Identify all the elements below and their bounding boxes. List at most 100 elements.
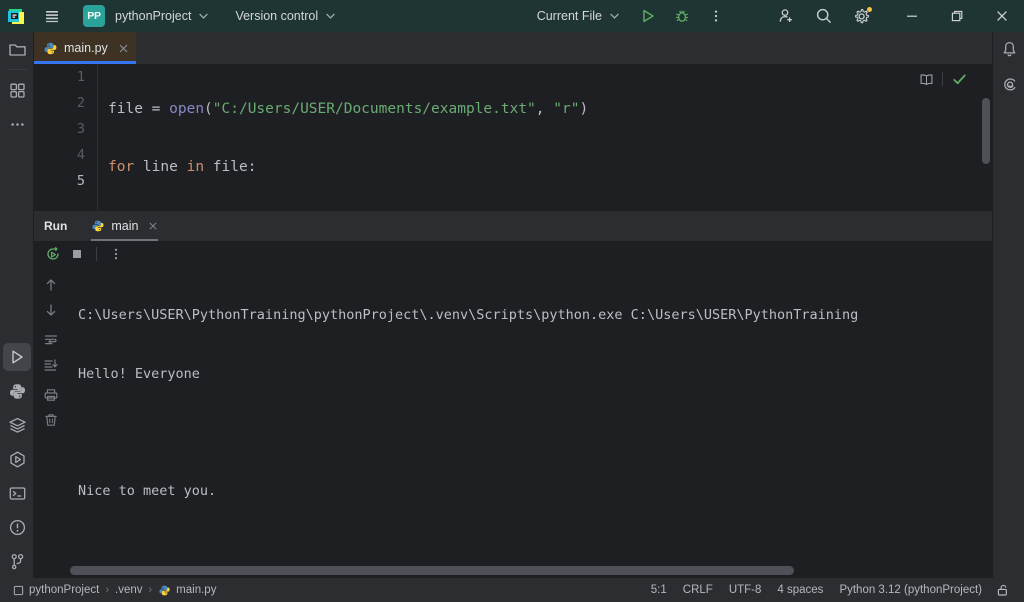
right-tool-strip: [992, 32, 1024, 578]
code-line: for line in file:: [108, 159, 257, 175]
breadcrumb-separator: ›: [105, 584, 109, 596]
line-number: 5: [76, 173, 85, 189]
status-bar: pythonProject › .venv › main.py 5:1 CRLF…: [0, 578, 1024, 602]
breadcrumb-label: pythonProject: [29, 584, 100, 596]
editor-area: main.py 1 2 3 4 5 file = open("C:/Users/…: [34, 32, 992, 210]
debug-bug-icon[interactable]: [669, 3, 695, 29]
run-tab-main[interactable]: main: [87, 211, 162, 241]
indent-setting[interactable]: 4 spaces: [769, 580, 831, 600]
sidebar-item-run[interactable]: [3, 343, 31, 371]
line-number: 3: [76, 121, 85, 137]
sidebar-item-commit[interactable]: [0, 73, 34, 107]
title-bar: PP pythonProject Version control Current…: [0, 0, 1024, 32]
maximize-restore-icon[interactable]: [934, 0, 979, 32]
console-line: Nice to meet you.: [78, 482, 217, 499]
settings-update-badge: [867, 7, 872, 12]
breadcrumb-label: main.py: [176, 584, 217, 596]
console-horizontal-scrollbar[interactable]: [70, 566, 794, 575]
project-widget[interactable]: PP pythonProject: [77, 4, 214, 28]
close-icon[interactable]: [118, 43, 129, 54]
sidebar-item-problems[interactable]: [0, 510, 34, 544]
project-badge: PP: [83, 5, 105, 27]
sidebar-item-python-console[interactable]: [0, 374, 34, 408]
editor-gutter: 1 2 3 4 5: [34, 64, 98, 210]
scroll-to-end-button[interactable]: [34, 352, 68, 377]
python-file-icon: [43, 41, 58, 56]
python-file-icon: [158, 584, 171, 597]
editor-top-icons: [915, 69, 970, 89]
chevron-down-icon: [199, 13, 209, 19]
editor-icons-divider: [942, 72, 943, 86]
code-line: file = open("C:/Users/USER/Documents/exa…: [108, 101, 589, 117]
soft-wrap-toggle-button[interactable]: [34, 327, 68, 352]
line-number: 1: [76, 69, 85, 85]
unlocked-padlock-icon[interactable]: [990, 580, 1016, 600]
version-control-label: Version control: [235, 9, 319, 23]
sidebar-item-more-tool-windows[interactable]: [0, 107, 34, 141]
sidebar-item-run-anything[interactable]: [0, 442, 34, 476]
editor-body: 1 2 3 4 5 file = open("C:/Users/USER/Doc…: [34, 64, 992, 210]
toolbar-divider: [96, 247, 97, 261]
settings-gear-icon[interactable]: [849, 3, 875, 29]
ai-assistant-spiral-icon[interactable]: [993, 66, 1024, 100]
version-control-widget[interactable]: Version control: [226, 4, 341, 28]
next-occurrence-button[interactable]: [34, 297, 68, 322]
search-icon[interactable]: [811, 3, 837, 29]
console-line: C:\Users\USER\PythonTraining\pythonProje…: [78, 307, 859, 323]
python-interpreter[interactable]: Python 3.12 (pythonProject): [831, 580, 990, 600]
strip-divider: [7, 69, 27, 70]
breadcrumb-venv[interactable]: .venv: [111, 580, 147, 600]
run-window-toolbar: [34, 241, 992, 267]
chevron-down-icon: [326, 13, 335, 19]
sidebar-item-services[interactable]: [0, 408, 34, 442]
close-icon[interactable]: [148, 221, 158, 231]
run-console-output[interactable]: C:\Users\USER\PythonTraining\pythonProje…: [68, 267, 992, 561]
breadcrumb-separator: ›: [148, 584, 153, 596]
project-square-icon: [13, 585, 24, 596]
breadcrumb-file[interactable]: main.py: [154, 580, 220, 600]
reader-mode-book-icon[interactable]: [915, 69, 937, 89]
inspections-ok-check-icon[interactable]: [948, 69, 970, 89]
more-vertical-icon[interactable]: [703, 3, 729, 29]
run-tab-label: main: [111, 219, 139, 233]
editor-tab-main-py[interactable]: main.py: [34, 32, 136, 64]
run-window-body: C:\Users\USER\PythonTraining\pythonProje…: [34, 267, 992, 579]
previous-occurrence-button[interactable]: [34, 272, 68, 297]
run-console-gutter: [34, 267, 68, 579]
chevron-down-icon: [610, 13, 619, 19]
clear-all-button[interactable]: [34, 407, 68, 432]
breadcrumb-label: .venv: [115, 584, 143, 596]
print-button[interactable]: [34, 382, 68, 407]
run-window-header: Run main: [34, 211, 992, 241]
run-configuration-selector[interactable]: Current File: [528, 4, 625, 28]
file-encoding[interactable]: UTF-8: [721, 580, 770, 600]
stop-button[interactable]: [66, 243, 88, 265]
caret-position[interactable]: 5:1: [643, 580, 675, 600]
editor-tab-label: main.py: [64, 41, 108, 55]
minimize-icon[interactable]: [889, 0, 934, 32]
pycharm-logo-icon: [7, 6, 27, 26]
line-separator[interactable]: CRLF: [675, 580, 721, 600]
code-editor[interactable]: file = open("C:/Users/USER/Documents/exa…: [98, 64, 992, 210]
sidebar-item-version-control[interactable]: [0, 544, 34, 578]
console-line: Hello! Everyone: [78, 365, 200, 382]
project-name: pythonProject: [115, 9, 192, 23]
hamburger-menu-icon[interactable]: [39, 3, 65, 29]
notifications-bell-icon[interactable]: [993, 32, 1024, 66]
sidebar-item-terminal[interactable]: [0, 476, 34, 510]
run-tool-window: Run main C:\Users\USER\PythonTraining\py…: [34, 210, 992, 579]
python-icon: [91, 219, 105, 233]
editor-tab-strip: main.py: [34, 32, 992, 64]
breadcrumb-project[interactable]: pythonProject: [9, 580, 103, 600]
run-options-button[interactable]: [105, 243, 127, 265]
add-account-icon[interactable]: [773, 3, 799, 29]
window-close-icon[interactable]: [979, 0, 1024, 32]
left-tool-strip: [0, 32, 34, 578]
rerun-button[interactable]: [42, 243, 64, 265]
run-play-icon[interactable]: [635, 3, 661, 29]
sidebar-item-project[interactable]: [0, 32, 34, 66]
run-config-label: Current File: [536, 9, 602, 23]
run-tab-underline: [91, 239, 159, 241]
